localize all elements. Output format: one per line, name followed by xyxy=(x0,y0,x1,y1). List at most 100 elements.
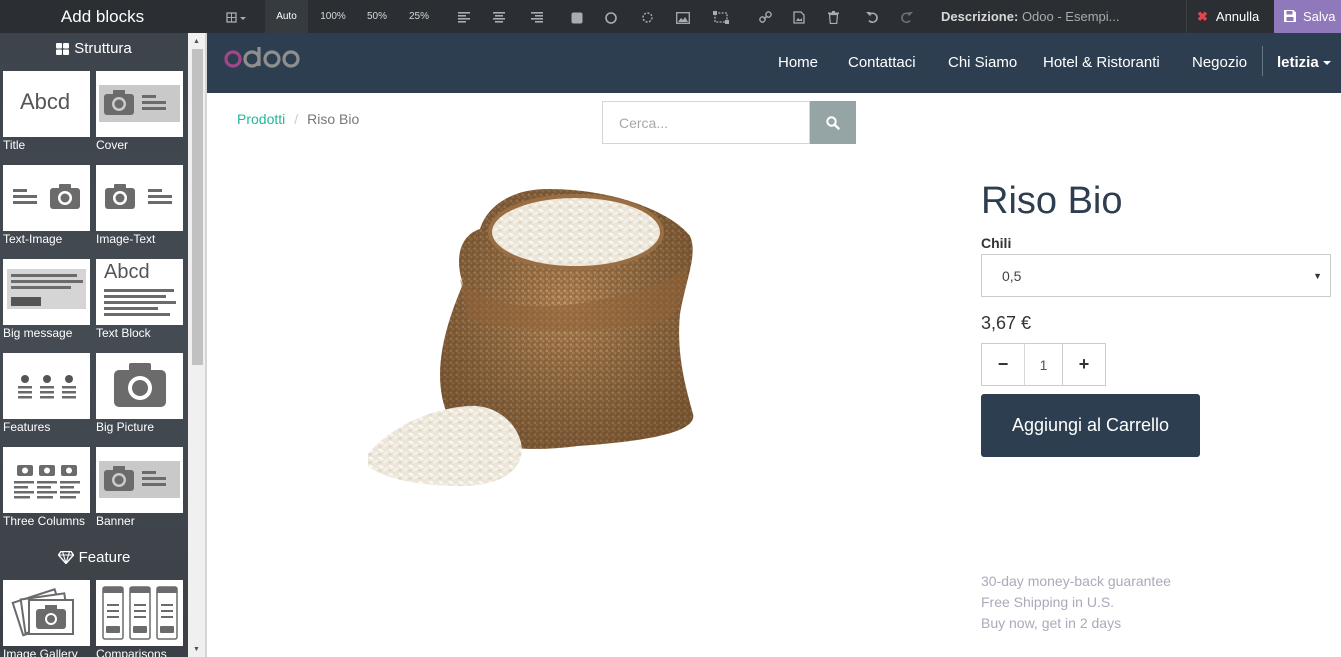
sidebar-title: Add blocks xyxy=(60,7,145,26)
block-label: Text Block xyxy=(96,326,151,340)
block-title[interactable]: Abcd Title xyxy=(3,71,90,153)
save-label: Salva xyxy=(1303,9,1336,24)
block-features[interactable]: Features xyxy=(3,353,90,435)
blocks-panel: Struttura Abcd Title Cover Text-Image Im… xyxy=(0,33,188,657)
product-image[interactable] xyxy=(368,184,698,489)
replace-image-icon[interactable] xyxy=(789,0,809,33)
quantity-input[interactable] xyxy=(1024,343,1063,386)
zoom-100[interactable]: 100% xyxy=(313,0,353,33)
breadcrumb-current: Riso Bio xyxy=(307,111,360,127)
block-big-message[interactable]: Big message xyxy=(3,259,90,341)
text-image-thumb xyxy=(3,165,90,231)
nav-separator xyxy=(1262,46,1263,76)
search-input[interactable] xyxy=(602,101,810,144)
block-label: Image-Text xyxy=(96,232,156,246)
block-cover[interactable]: Cover xyxy=(96,71,183,153)
save-button[interactable]: Salva xyxy=(1274,0,1341,33)
align-right-icon[interactable] xyxy=(527,0,547,33)
camera-icon xyxy=(50,184,80,209)
three-columns-icon xyxy=(14,465,80,499)
th-large-icon xyxy=(56,43,70,55)
trash-icon[interactable] xyxy=(823,0,843,33)
nav-chi-siamo[interactable]: Chi Siamo xyxy=(948,33,1017,93)
scroll-down-arrow[interactable]: ▼ xyxy=(188,643,205,657)
redo-icon[interactable] xyxy=(896,0,916,33)
nav-hotel-ristoranti[interactable]: Hotel & Ristoranti xyxy=(1043,33,1160,93)
add-to-cart-button[interactable]: Aggiungi al Carrello xyxy=(981,394,1200,457)
shadow-shape-icon[interactable] xyxy=(637,0,657,33)
cancel-button[interactable]: ✖ Annulla xyxy=(1186,0,1274,33)
square-shape-icon[interactable] xyxy=(567,0,587,33)
cover-thumb xyxy=(96,71,183,137)
cancel-label: Annulla xyxy=(1215,9,1260,24)
block-text-image[interactable]: Text-Image xyxy=(3,165,90,247)
block-label: Image Gallery xyxy=(3,647,78,657)
zoom-auto[interactable]: Auto xyxy=(265,0,308,33)
block-big-picture[interactable]: Big Picture xyxy=(96,353,183,435)
title-thumb-text: Abcd xyxy=(20,89,71,114)
plus-icon: + xyxy=(1078,354,1090,374)
block-label: Three Columns xyxy=(3,514,86,528)
comparisons-thumb xyxy=(96,580,183,646)
quantity-decrease-button[interactable]: − xyxy=(981,343,1025,386)
banner-thumb xyxy=(96,447,183,513)
block-three-columns[interactable]: Three Columns xyxy=(3,447,90,529)
description-value: Odoo - Esempi... xyxy=(1021,9,1120,24)
user-menu[interactable]: letizia xyxy=(1277,33,1331,93)
block-label: Comparisons xyxy=(96,647,167,657)
link-icon[interactable] xyxy=(755,0,775,33)
editor-toolbar: Add blocks Auto 100% 50% 25% Descrizione… xyxy=(0,0,1341,33)
grid-dropdown-icon[interactable] xyxy=(222,0,252,33)
minus-icon: − xyxy=(997,354,1009,374)
align-center-icon[interactable] xyxy=(489,0,509,33)
description-label: Descrizione: xyxy=(941,9,1019,24)
breadcrumb-prodotti[interactable]: Prodotti xyxy=(237,111,285,127)
block-label: Big message xyxy=(3,326,73,340)
floppy-icon xyxy=(1284,10,1296,22)
scroll-up-arrow[interactable]: ▲ xyxy=(188,35,205,49)
image-text-thumb xyxy=(96,165,183,231)
search-button[interactable] xyxy=(810,101,856,144)
shipping-text: Free Shipping in U.S. xyxy=(981,594,1115,610)
block-comparisons[interactable]: Comparisons xyxy=(96,580,183,657)
odoo-logo[interactable] xyxy=(224,45,300,74)
quantity-increase-button[interactable]: + xyxy=(1062,343,1106,386)
crop-icon[interactable] xyxy=(711,0,731,33)
rice-sack-picture xyxy=(368,189,694,487)
scrollbar-thumb[interactable] xyxy=(192,49,203,365)
block-label: Features xyxy=(3,420,51,434)
text-block-thumb-text: Abcd xyxy=(104,261,150,283)
gallery-icon xyxy=(11,588,74,637)
zoom-50[interactable]: 50% xyxy=(359,0,395,33)
comparisons-icon xyxy=(102,586,178,640)
block-text-block[interactable]: Abcd Text Block xyxy=(96,259,183,341)
breadcrumb: Prodotti / Riso Bio xyxy=(237,111,359,127)
features-thumb xyxy=(3,353,90,419)
diamond-icon xyxy=(57,550,75,565)
image-icon[interactable] xyxy=(673,0,693,33)
circle-shape-icon[interactable] xyxy=(601,0,621,33)
nav-contattaci[interactable]: Contattaci xyxy=(848,33,916,93)
website-navbar: Home Contattaci Chi Siamo Hotel & Ristor… xyxy=(207,33,1341,93)
camera-icon xyxy=(114,363,166,407)
title-thumb: Abcd xyxy=(3,71,90,137)
page-description[interactable]: Descrizione: Odoo - Esempi... xyxy=(941,0,1119,33)
block-image-gallery[interactable]: Image Gallery xyxy=(3,580,90,657)
weight-select[interactable]: 0,5 ▼ xyxy=(981,254,1331,297)
zoom-25[interactable]: 25% xyxy=(401,0,437,33)
nav-home[interactable]: Home xyxy=(778,33,818,93)
block-banner[interactable]: Banner xyxy=(96,447,183,529)
block-image-text[interactable]: Image-Text xyxy=(96,165,183,247)
camera-icon xyxy=(105,184,135,209)
big-picture-thumb xyxy=(96,353,183,419)
nav-negozio[interactable]: Negozio xyxy=(1192,33,1247,93)
product-price: 3,67 € xyxy=(981,313,1032,333)
align-left-icon[interactable] xyxy=(454,0,474,33)
add-blocks-sidebar: Struttura Abcd Title Cover Text-Image Im… xyxy=(0,33,205,657)
user-name: letizia xyxy=(1277,54,1319,71)
sidebar-divider xyxy=(205,33,207,657)
undo-icon[interactable] xyxy=(862,0,882,33)
text-block-thumb: Abcd xyxy=(96,259,183,325)
block-label: Text-Image xyxy=(3,232,63,246)
image-gallery-thumb xyxy=(3,580,90,646)
